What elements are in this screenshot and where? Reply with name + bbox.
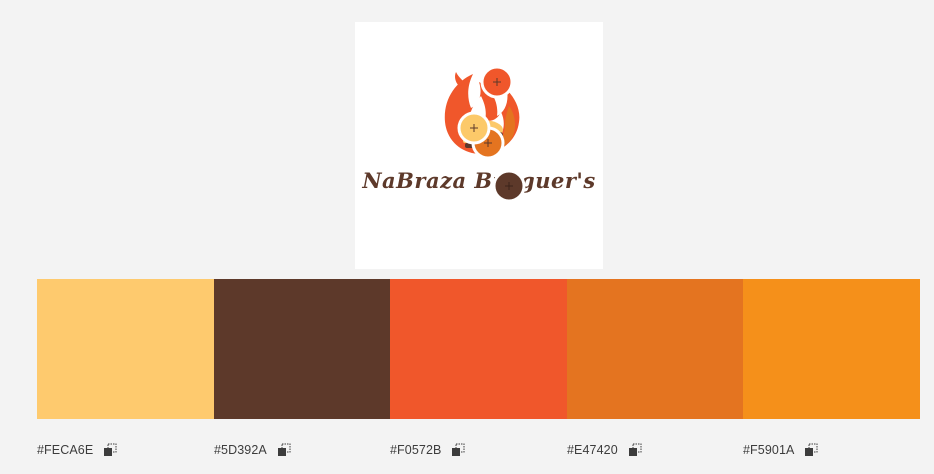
hex-value: #F5901A: [743, 443, 795, 457]
swatch-3[interactable]: [390, 279, 567, 419]
swatch-1[interactable]: [37, 279, 214, 419]
copy-icon[interactable]: [103, 443, 118, 458]
logo-image: NaBraza Burguer's: [361, 65, 595, 203]
copy-icon[interactable]: [277, 443, 292, 458]
logo-wordmark: NaBraza Burguer's: [361, 168, 595, 193]
palette-labels: #FECA6E #5D392A #F0572B #E47420 #F5901A: [37, 438, 920, 462]
palette-swatches: [37, 279, 920, 419]
swatch-2[interactable]: [214, 279, 390, 419]
swatch-label-5: #F5901A: [743, 438, 920, 462]
copy-icon[interactable]: [804, 443, 819, 458]
color-picker-marker-icon[interactable]: [457, 111, 491, 145]
hex-value: #FECA6E: [37, 443, 94, 457]
source-image-panel: NaBraza Burguer's: [355, 22, 603, 269]
color-picker-marker-icon[interactable]: [480, 65, 514, 99]
hex-value: #E47420: [567, 443, 618, 457]
color-picker-marker-icon[interactable]: [492, 169, 526, 203]
swatch-4[interactable]: [567, 279, 743, 419]
swatch-label-3: #F0572B: [390, 438, 567, 462]
swatch-5[interactable]: [743, 279, 920, 419]
copy-icon[interactable]: [628, 443, 643, 458]
swatch-label-2: #5D392A: [214, 438, 390, 462]
swatch-label-4: #E47420: [567, 438, 743, 462]
swatch-label-1: #FECA6E: [37, 438, 214, 462]
copy-icon[interactable]: [451, 443, 466, 458]
hex-value: #F0572B: [390, 443, 442, 457]
hex-value: #5D392A: [214, 443, 267, 457]
